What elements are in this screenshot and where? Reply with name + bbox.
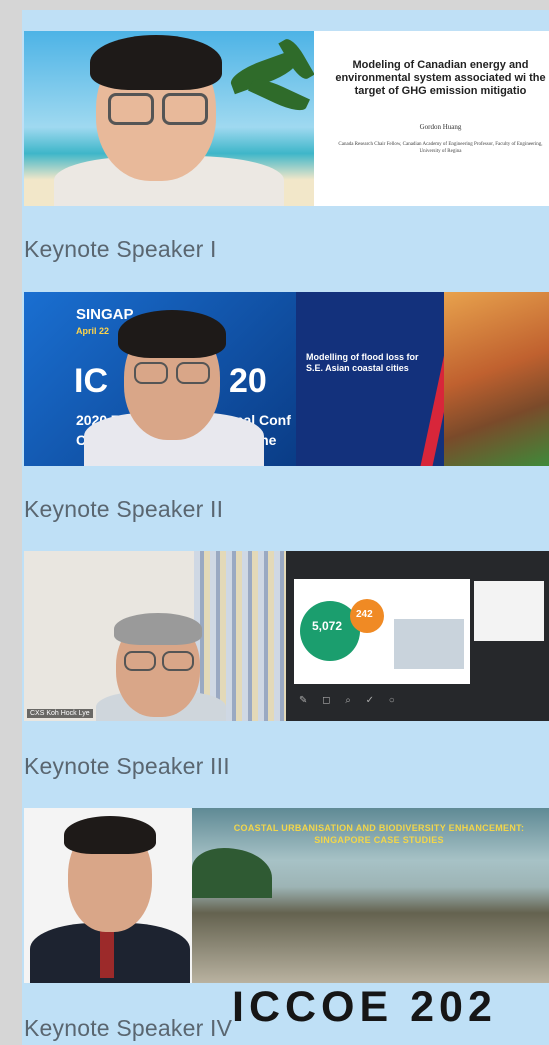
participant-name-tag: CXS Koh Hock Lye — [27, 709, 93, 718]
speaker-label-2: Keynote Speaker II — [24, 496, 224, 522]
presentation-slide: Modeling of Canadian energy and environm… — [314, 31, 549, 206]
speaker-hair — [118, 310, 226, 358]
speaker-hair — [64, 816, 156, 854]
video-tile-speaker-3[interactable]: CXS Koh Hock Lye 5,072 242 ✎ ◻ ⌕ ✓ ○ — [24, 551, 549, 721]
toolbar-icons[interactable]: ✎ ◻ ⌕ ✓ ○ — [299, 695, 401, 706]
thumbnail-slide[interactable] — [474, 581, 544, 641]
video-tile-speaker-2[interactable]: SINGAP April 22 IC 20 2020 7t ational Co… — [24, 292, 549, 466]
stat-value: 5,072 — [312, 619, 343, 633]
speaker-label-3: Keynote Speaker III — [24, 753, 230, 779]
banner-abbr: IC — [74, 362, 108, 400]
building-photo — [444, 292, 549, 466]
glasses-icon — [162, 93, 208, 125]
slide-title: COASTAL URBANISATION AND BIODIVERSITY EN… — [233, 823, 525, 845]
slide-affiliation: Canada Research Chair Fellow, Canadian A… — [338, 142, 543, 154]
conference-watermark: ICCOE 202 — [232, 983, 497, 1031]
slide-title: Modelling of flood loss for S.E. Asian c… — [306, 352, 419, 373]
shared-slide: 5,072 242 — [294, 579, 470, 684]
banner-year: 20 — [229, 362, 267, 400]
speaker-hair — [90, 35, 222, 90]
speaker-label-4: Keynote Speaker IV — [24, 1015, 233, 1041]
glasses-icon — [162, 651, 194, 671]
slide-author: Gordon Huang — [419, 123, 462, 131]
tie — [100, 928, 114, 978]
glasses-icon — [124, 651, 156, 671]
banner-date: April 22 — [76, 326, 110, 336]
glasses-icon — [176, 362, 210, 384]
slide-title: Modeling of Canadian energy and environm… — [335, 59, 546, 97]
stat-value-2: 242 — [356, 609, 373, 620]
glasses-icon — [108, 93, 154, 125]
video-tile-speaker-4[interactable]: COASTAL URBANISATION AND BIODIVERSITY EN… — [24, 808, 549, 983]
speaker-hair — [114, 613, 202, 645]
banner-city: SINGAP — [76, 306, 134, 323]
speaker-label-1: Keynote Speaker I — [24, 236, 217, 262]
glasses-icon — [134, 362, 168, 384]
video-tile-speaker-1[interactable]: Modeling of Canadian energy and environm… — [24, 31, 549, 206]
